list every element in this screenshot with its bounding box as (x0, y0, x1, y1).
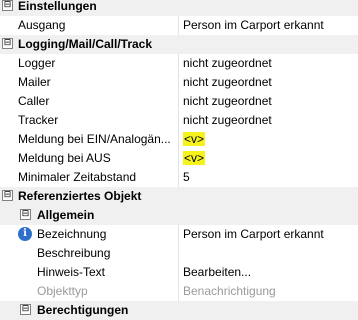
collapse-icon[interactable]: ⊟ (2, 38, 13, 49)
column-divider (178, 92, 179, 111)
property-row-hinweis-text[interactable]: Hinweis-Text Bearbeiten... (0, 263, 358, 282)
subcategory-title: Berechtigungen (37, 303, 129, 317)
category-title: Logging/Mail/Call/Track (18, 37, 153, 51)
subcategory-title: Allgemein (37, 208, 95, 222)
column-divider (178, 244, 179, 263)
column-divider (178, 111, 179, 130)
property-row-objekttyp: Objekttyp Benachrichtigung (0, 282, 358, 301)
property-label: Hinweis-Text (37, 265, 106, 279)
property-label: Beschreibung (37, 246, 111, 260)
property-value[interactable]: nicht zugeordnet (183, 113, 358, 127)
property-row-tracker[interactable]: Tracker nicht zugeordnet (0, 111, 358, 130)
property-row-zeitabstand[interactable]: Minimaler Zeitabstand 5 (0, 168, 358, 187)
highlighted-value: <v> (183, 151, 206, 165)
column-divider (178, 149, 179, 168)
property-value[interactable]: nicht zugeordnet (183, 56, 358, 70)
property-label: Meldung bei EIN/Analogän... (18, 132, 171, 146)
property-label: Caller (18, 94, 50, 108)
column-divider (178, 263, 179, 282)
property-label: Objekttyp (37, 284, 88, 298)
collapse-icon[interactable]: ⊟ (20, 209, 31, 220)
property-row-logger[interactable]: Logger nicht zugeordnet (0, 54, 358, 73)
column-divider (178, 54, 179, 73)
category-einstellungen[interactable]: ⊟ Einstellungen (0, 0, 358, 16)
property-value[interactable]: Bearbeiten... (183, 265, 358, 279)
property-label: Mailer (18, 75, 51, 89)
property-row-mailer[interactable]: Mailer nicht zugeordnet (0, 73, 358, 92)
property-grid: ⊟ Einstellungen Ausgang Person im Carpor… (0, 0, 358, 320)
property-value: Benachrichtigung (183, 284, 276, 298)
column-divider (178, 73, 179, 92)
property-row-bezeichnung[interactable]: i Bezeichnung Person im Carport erkannt (0, 225, 358, 244)
collapse-icon[interactable]: ⊟ (2, 0, 13, 11)
info-icon: i (18, 227, 32, 241)
collapse-icon[interactable]: ⊟ (20, 304, 31, 315)
property-row-meldung-aus[interactable]: Meldung bei AUS <v> (0, 149, 358, 168)
category-logging[interactable]: ⊟ Logging/Mail/Call/Track (0, 35, 358, 54)
property-label: Meldung bei AUS (18, 151, 111, 165)
property-row-meldung-ein[interactable]: Meldung bei EIN/Analogän... <v> (0, 130, 358, 149)
category-title: Einstellungen (18, 0, 97, 13)
property-label: Logger (18, 56, 56, 70)
property-row-beschreibung[interactable]: Beschreibung (0, 244, 358, 263)
property-value[interactable]: <v> (183, 151, 358, 165)
highlighted-value: <v> (183, 132, 206, 146)
property-label: Tracker (18, 113, 59, 127)
column-divider (178, 130, 179, 149)
property-value[interactable]: nicht zugeordnet (183, 94, 358, 108)
property-label: Ausgang (18, 18, 66, 32)
column-divider (178, 16, 179, 35)
category-referenziertes-objekt[interactable]: ⊟ Referenziertes Objekt (0, 187, 358, 206)
property-value[interactable]: 5 (183, 170, 358, 184)
property-label: Bezeichnung (37, 227, 107, 241)
column-divider (178, 282, 179, 301)
property-value[interactable]: nicht zugeordnet (183, 75, 358, 89)
property-row-caller[interactable]: Caller nicht zugeordnet (0, 92, 358, 111)
property-label: Minimaler Zeitabstand (18, 170, 137, 184)
category-title: Referenziertes Objekt (18, 189, 142, 203)
property-value[interactable]: Person im Carport erkannt (183, 18, 358, 32)
property-row-ausgang[interactable]: Ausgang Person im Carport erkannt (0, 16, 358, 35)
column-divider (178, 225, 179, 244)
collapse-icon[interactable]: ⊟ (2, 190, 13, 201)
property-value[interactable]: Person im Carport erkannt (183, 227, 358, 241)
property-value[interactable]: <v> (183, 132, 358, 146)
column-divider (178, 168, 179, 187)
subcategory-allgemein[interactable]: ⊟ Allgemein (0, 206, 358, 225)
